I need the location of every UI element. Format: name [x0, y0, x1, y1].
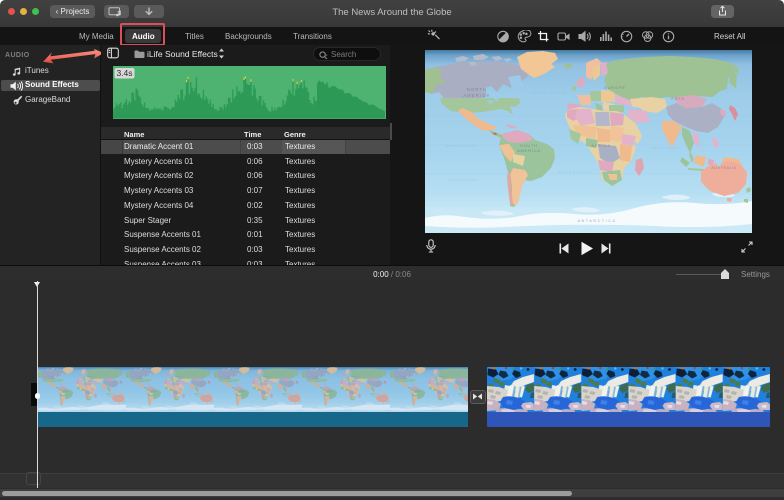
svg-text:3.4s: 3.4s: [116, 68, 132, 78]
